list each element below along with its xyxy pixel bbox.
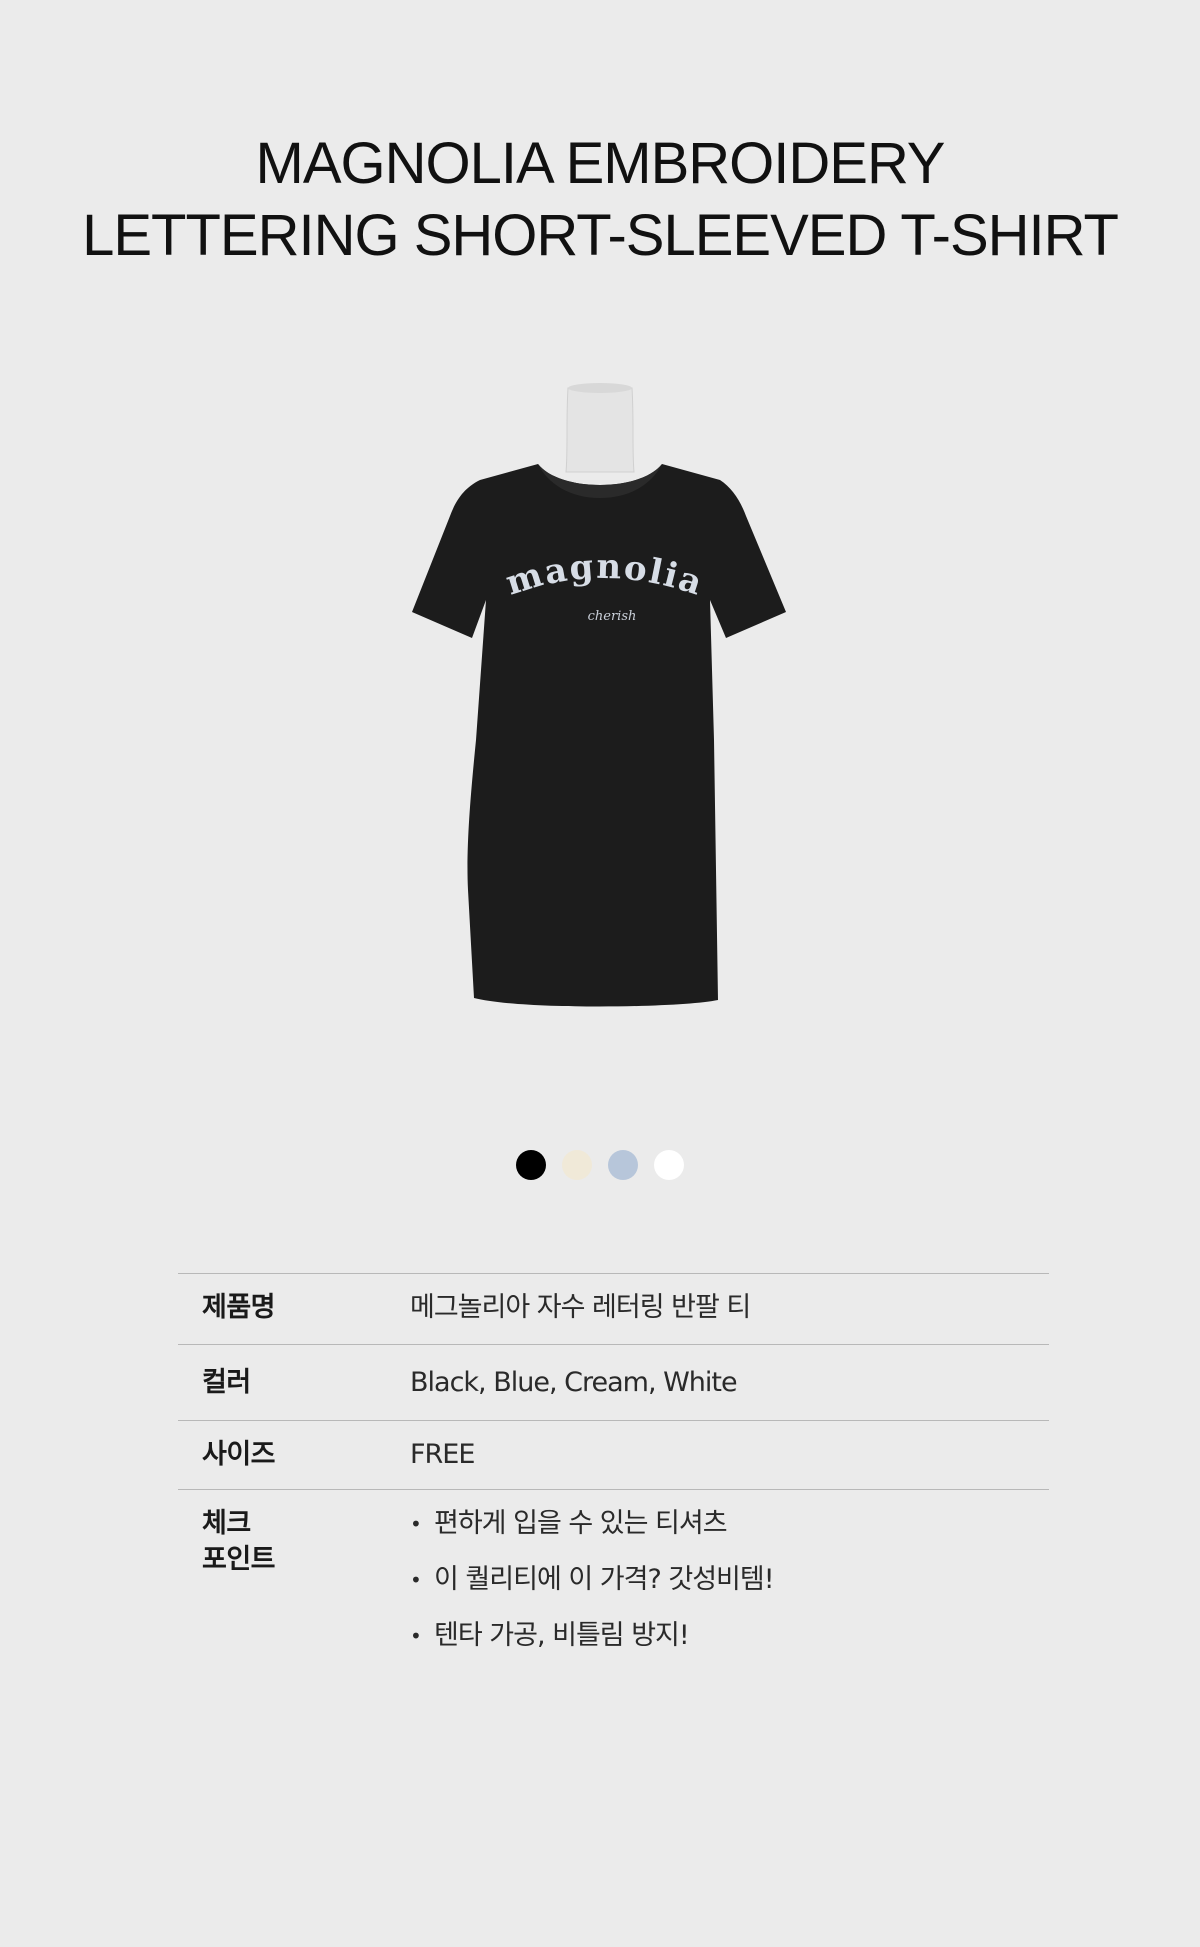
mannequin-neck xyxy=(565,387,635,473)
info-row-product-name: 제품명 메그놀리아 자수 레터링 반팔 티 xyxy=(178,1273,1049,1344)
t-shirt-print-sub: cherish xyxy=(588,609,637,624)
check-point-item: 이 퀄리티에 이 가격? 갓성비템! xyxy=(410,1562,1049,1598)
size-label: 사이즈 xyxy=(202,1439,276,1470)
product-title-line-1: MAGNOLIA EMBROIDERY xyxy=(255,131,946,196)
swatch-cream[interactable] xyxy=(562,1150,592,1180)
info-row-check-points: 체크 포인트 편하게 입을 수 있는 티셔츠 이 퀄리티에 이 가격? 갓성비템… xyxy=(178,1489,1049,1689)
product-name-value: 메그놀리아 자수 레터링 반팔 티 xyxy=(410,1292,751,1323)
color-swatches xyxy=(0,1150,1200,1180)
swatch-white[interactable] xyxy=(654,1150,684,1180)
check-points-value: 편하게 입을 수 있는 티셔츠 이 퀄리티에 이 가격? 갓성비템! 텐타 가공… xyxy=(410,1506,1049,1689)
info-row-size: 사이즈 FREE xyxy=(178,1420,1049,1489)
product-title: MAGNOLIA EMBROIDERY LETTERING SHORT-SLEE… xyxy=(0,128,1200,272)
product-photo: magnolia cherish xyxy=(412,383,786,1007)
check-points-label-line-1: 체크 xyxy=(202,1508,251,1539)
t-shirt-shape xyxy=(412,464,786,1007)
color-label: 컬러 xyxy=(202,1367,251,1398)
swatch-black[interactable] xyxy=(516,1150,546,1180)
check-points-label: 체크 포인트 xyxy=(178,1506,410,1689)
check-point-item: 편하게 입을 수 있는 티셔츠 xyxy=(410,1506,1049,1542)
product-title-line-2: LETTERING SHORT-SLEEVED T-SHIRT xyxy=(82,203,1119,268)
product-info-table: 제품명 메그놀리아 자수 레터링 반팔 티 컬러 Black, Blue, Cr… xyxy=(178,1273,1049,1689)
check-point-item: 텐타 가공, 비틀림 방지! xyxy=(410,1618,1049,1654)
product-name-label: 제품명 xyxy=(202,1292,276,1323)
check-points-label-line-2: 포인트 xyxy=(202,1544,276,1575)
color-value: Black, Blue, Cream, White xyxy=(410,1367,738,1398)
mannequin-neck-top xyxy=(568,383,632,393)
info-row-color: 컬러 Black, Blue, Cream, White xyxy=(178,1344,1049,1420)
check-points-list: 편하게 입을 수 있는 티셔츠 이 퀄리티에 이 가격? 갓성비템! 텐타 가공… xyxy=(410,1506,1049,1654)
size-value: FREE xyxy=(410,1439,475,1470)
swatch-blue[interactable] xyxy=(608,1150,638,1180)
